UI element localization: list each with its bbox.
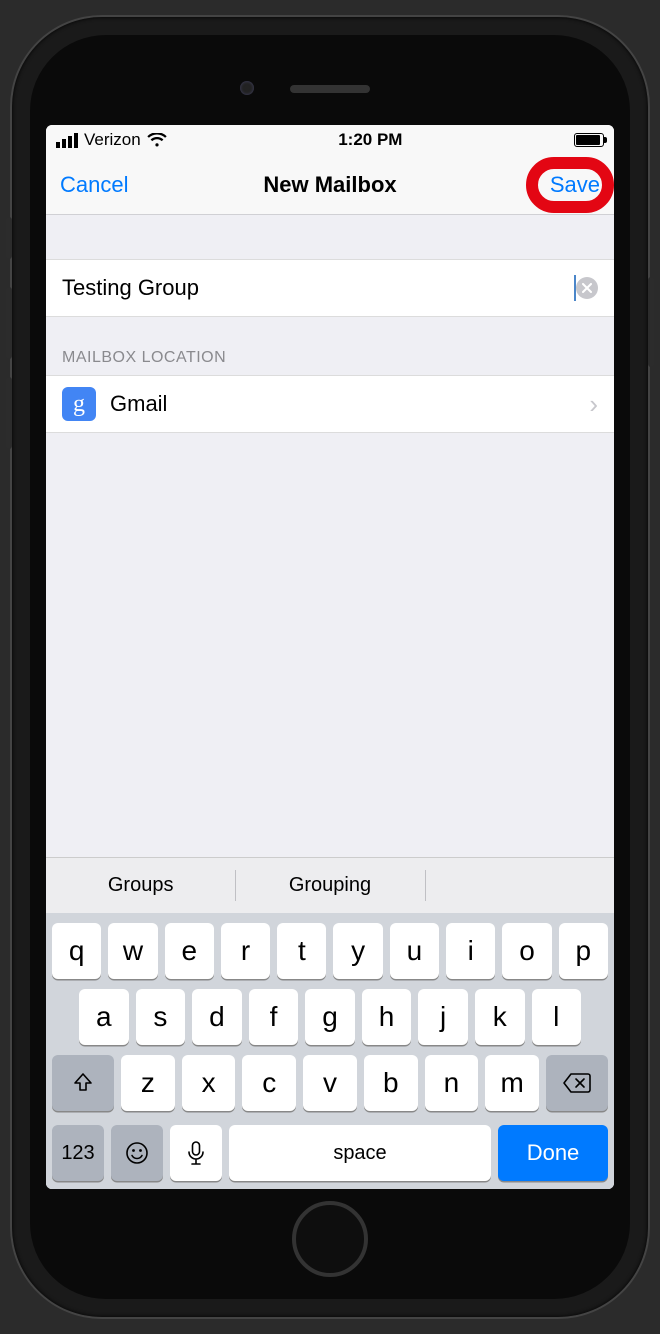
key-b[interactable]: b	[364, 1055, 418, 1111]
key-x[interactable]: x	[182, 1055, 236, 1111]
home-button	[292, 1201, 368, 1277]
battery-icon	[574, 133, 604, 147]
screen: Verizon 1:20 PM Cancel New Mailbox Save	[46, 125, 614, 1189]
key-w[interactable]: w	[108, 923, 157, 979]
key-shift[interactable]	[52, 1055, 114, 1111]
save-button[interactable]: Save	[550, 172, 600, 198]
shift-icon	[71, 1071, 95, 1095]
key-y[interactable]: y	[333, 923, 382, 979]
key-space[interactable]: space	[229, 1125, 491, 1181]
key-k[interactable]: k	[475, 989, 525, 1045]
phone-frame: Verizon 1:20 PM Cancel New Mailbox Save	[12, 17, 648, 1317]
key-o[interactable]: o	[502, 923, 551, 979]
key-z[interactable]: z	[121, 1055, 175, 1111]
key-emoji[interactable]	[111, 1125, 163, 1181]
phone-speaker	[290, 85, 370, 93]
chevron-right-icon: ›	[589, 389, 598, 420]
mailbox-name-row[interactable]	[46, 259, 614, 317]
key-dictation[interactable]	[170, 1125, 222, 1181]
status-time: 1:20 PM	[338, 130, 402, 150]
key-g[interactable]: g	[305, 989, 355, 1045]
mailbox-location-row[interactable]: g Gmail ›	[46, 375, 614, 433]
key-p[interactable]: p	[559, 923, 608, 979]
keyboard: Groups Grouping q w e r t y u i o	[46, 857, 614, 1189]
key-t[interactable]: t	[277, 923, 326, 979]
content-area: MAILBOX LOCATION g Gmail › Groups Groupi…	[46, 215, 614, 1189]
suggestion-1[interactable]: Groups	[46, 858, 235, 913]
key-l[interactable]: l	[532, 989, 582, 1045]
wifi-icon	[147, 133, 167, 148]
keyboard-suggestions: Groups Grouping	[46, 857, 614, 913]
emoji-icon	[124, 1140, 150, 1166]
volume-up-button	[6, 287, 12, 359]
key-i[interactable]: i	[446, 923, 495, 979]
key-m[interactable]: m	[485, 1055, 539, 1111]
key-done[interactable]: Done	[498, 1125, 608, 1181]
clear-text-button[interactable]	[576, 277, 598, 299]
key-row-3: z x c v b n m	[46, 1055, 614, 1111]
carrier-label: Verizon	[84, 130, 141, 150]
mute-switch	[6, 217, 12, 259]
key-c[interactable]: c	[242, 1055, 296, 1111]
status-bar: Verizon 1:20 PM	[46, 125, 614, 155]
mailbox-location-header: MAILBOX LOCATION	[46, 317, 614, 375]
page-title: New Mailbox	[46, 172, 614, 198]
volume-down-button	[6, 377, 12, 449]
close-icon	[582, 283, 592, 293]
cancel-button[interactable]: Cancel	[60, 172, 128, 198]
key-q[interactable]: q	[52, 923, 101, 979]
power-button	[648, 277, 654, 367]
key-v[interactable]: v	[303, 1055, 357, 1111]
key-h[interactable]: h	[362, 989, 412, 1045]
nav-bar: Cancel New Mailbox Save	[46, 155, 614, 215]
key-e[interactable]: e	[165, 923, 214, 979]
signal-bars-icon	[56, 133, 78, 148]
gmail-icon: g	[62, 387, 96, 421]
key-u[interactable]: u	[390, 923, 439, 979]
suggestion-2[interactable]: Grouping	[235, 858, 424, 913]
key-backspace[interactable]	[546, 1055, 608, 1111]
key-row-4: 123 space Done	[46, 1125, 614, 1189]
phone-front-camera	[240, 81, 254, 95]
key-n[interactable]: n	[425, 1055, 479, 1111]
microphone-icon	[186, 1140, 206, 1166]
mailbox-name-input[interactable]	[62, 275, 578, 301]
backspace-icon	[562, 1072, 592, 1094]
key-d[interactable]: d	[192, 989, 242, 1045]
key-row-1: q w e r t y u i o p	[46, 923, 614, 979]
key-s[interactable]: s	[136, 989, 186, 1045]
suggestion-3[interactable]	[425, 858, 614, 913]
mailbox-location-label: Gmail	[110, 391, 575, 417]
key-r[interactable]: r	[221, 923, 270, 979]
key-f[interactable]: f	[249, 989, 299, 1045]
key-numbers[interactable]: 123	[52, 1125, 104, 1181]
key-a[interactable]: a	[79, 989, 129, 1045]
key-j[interactable]: j	[418, 989, 468, 1045]
key-row-2: a s d f g h j k l	[46, 989, 614, 1045]
